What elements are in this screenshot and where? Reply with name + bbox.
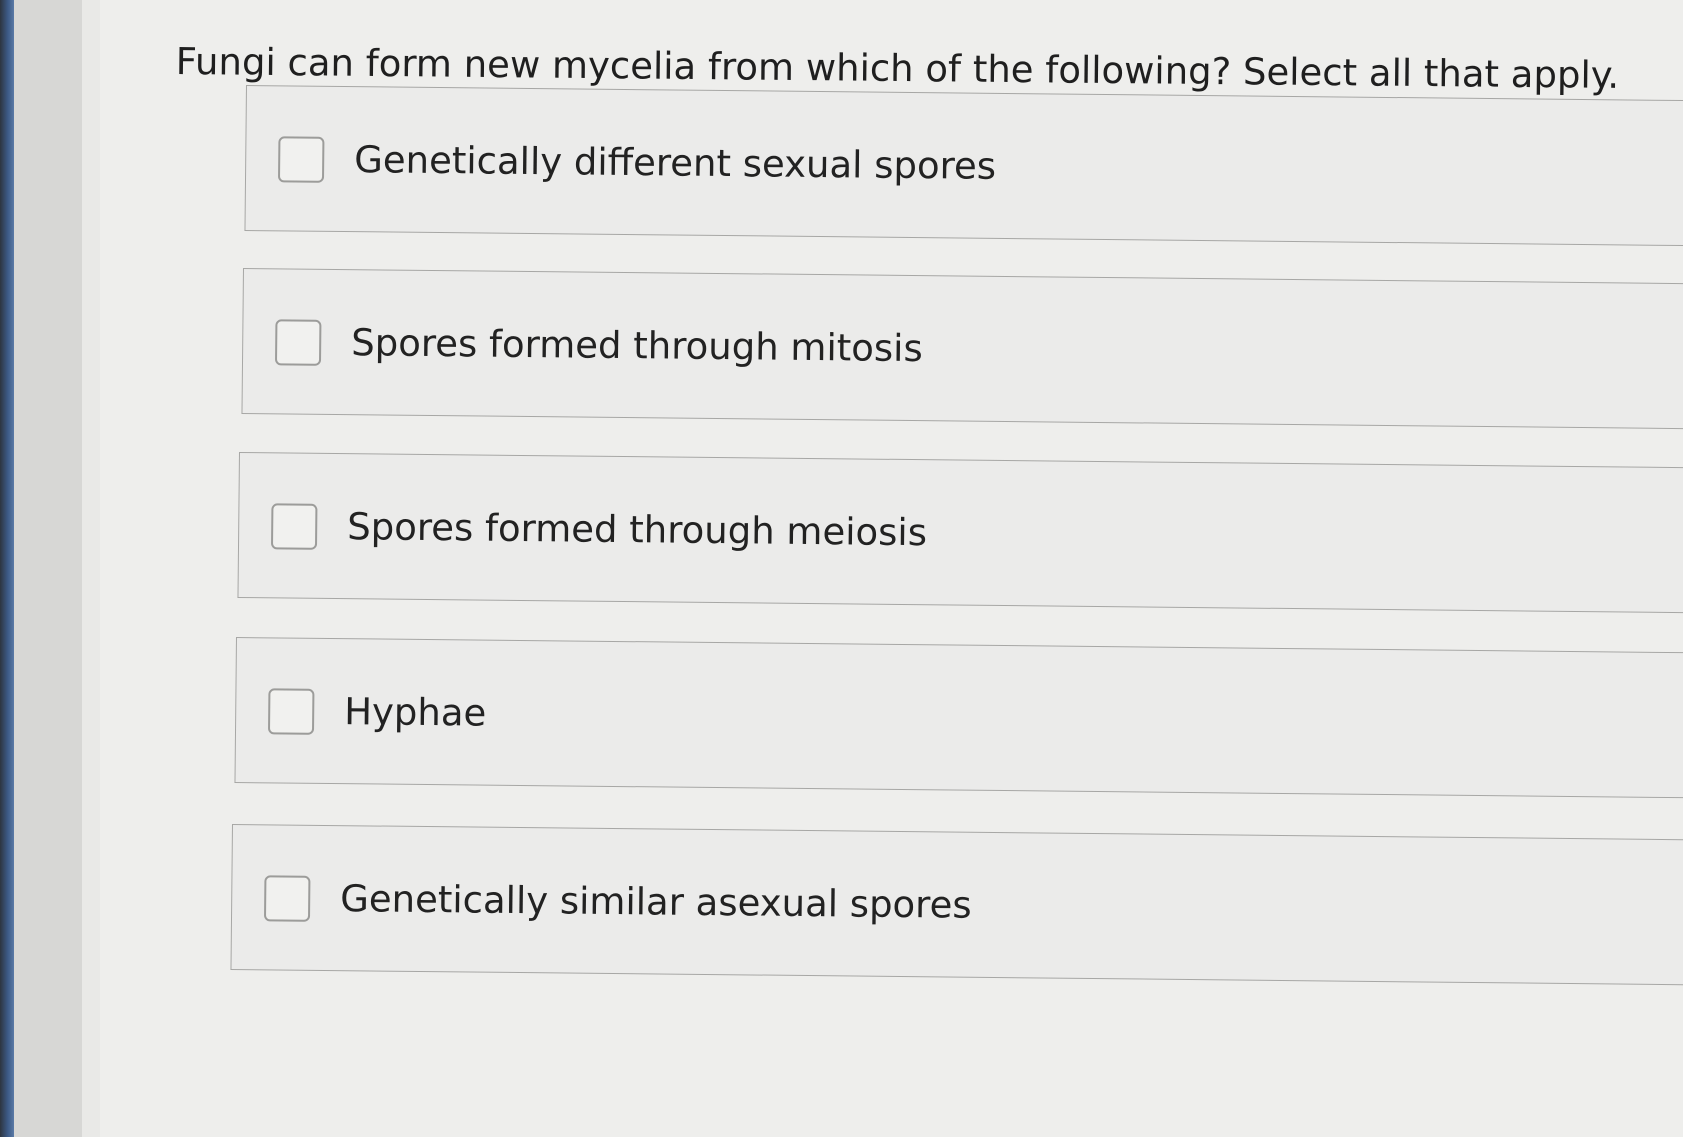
answer-option[interactable]: Hyphae: [234, 637, 1683, 799]
answer-option[interactable]: Spores formed through mitosis: [241, 268, 1683, 430]
answer-options: Genetically different sexual spores Spor…: [0, 0, 1683, 1137]
answer-option[interactable]: Spores formed through meiosis: [237, 452, 1683, 614]
option-label: Spores formed through mitosis: [350, 321, 923, 371]
answer-option[interactable]: Genetically similar asexual spores: [230, 824, 1683, 986]
checkbox[interactable]: [270, 503, 318, 550]
option-label: Spores formed through meiosis: [346, 505, 928, 555]
option-label: Genetically similar asexual spores: [339, 877, 972, 927]
checkbox[interactable]: [274, 319, 322, 366]
screen: Fungi can form new mycelia from which of…: [0, 0, 1683, 1137]
option-label: Genetically different sexual spores: [353, 138, 997, 188]
checkbox[interactable]: [267, 688, 315, 735]
answer-option[interactable]: Genetically different sexual spores: [244, 85, 1683, 247]
checkbox[interactable]: [277, 136, 325, 183]
checkbox[interactable]: [263, 875, 311, 922]
option-label: Hyphae: [343, 690, 487, 735]
